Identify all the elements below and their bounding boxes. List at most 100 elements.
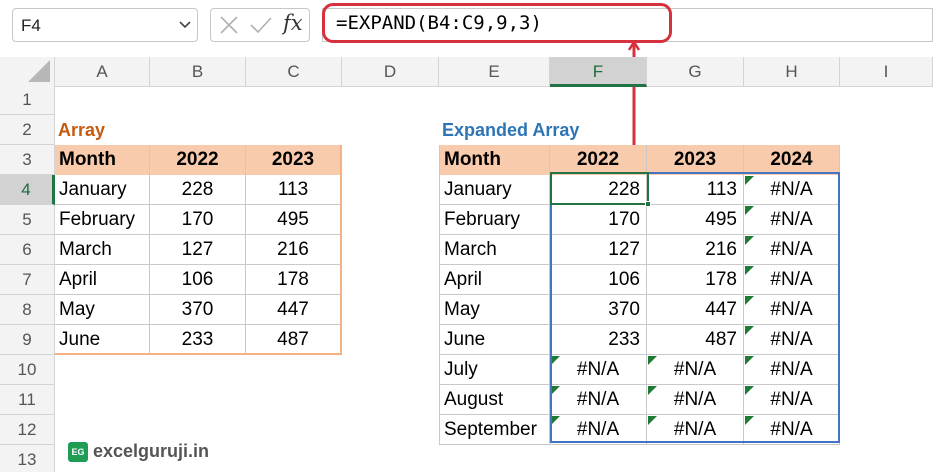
error-cell[interactable]: #N/A — [744, 295, 840, 325]
watermark-text: excelguruji.in — [93, 441, 210, 461]
expanded-header-cell: 2024 — [744, 145, 840, 175]
array-cell[interactable]: 106 — [150, 265, 246, 295]
row-header-9[interactable]: 9 — [0, 325, 55, 355]
expanded-cell[interactable]: 447 — [647, 295, 744, 325]
expanded-cell[interactable]: April — [439, 265, 550, 295]
array-cell[interactable]: February — [55, 205, 150, 235]
error-indicator-icon — [745, 296, 754, 305]
row-header-11[interactable]: 11 — [0, 385, 55, 415]
array-cell[interactable]: 178 — [246, 265, 342, 295]
expanded-cell[interactable]: May — [439, 295, 550, 325]
expanded-cell[interactable]: June — [439, 325, 550, 355]
column-header-e[interactable]: E — [439, 57, 550, 87]
array-header-cell: 2023 — [246, 145, 342, 175]
expanded-header-cell: Month — [439, 145, 550, 175]
array-cell[interactable]: 113 — [246, 175, 342, 205]
array-cell[interactable]: March — [55, 235, 150, 265]
expanded-cell[interactable]: 487 — [647, 325, 744, 355]
row-header-8[interactable]: 8 — [0, 295, 55, 325]
column-header-d[interactable]: D — [342, 57, 439, 87]
array-cell[interactable]: 216 — [246, 235, 342, 265]
chevron-down-icon[interactable] — [179, 20, 191, 30]
expanded-cell[interactable]: September — [439, 415, 550, 445]
fill-handle[interactable] — [645, 201, 651, 207]
error-cell[interactable]: #N/A — [744, 355, 840, 385]
error-cell[interactable]: #N/A — [744, 265, 840, 295]
expanded-cell[interactable]: January — [439, 175, 550, 205]
array-header-cell: Month — [55, 145, 150, 175]
error-cell[interactable]: #N/A — [744, 415, 840, 445]
expanded-cell[interactable]: March — [439, 235, 550, 265]
row-header-12[interactable]: 12 — [0, 415, 55, 445]
column-header-a[interactable]: A — [55, 57, 150, 87]
error-indicator-icon — [745, 206, 754, 215]
logo-badge: EG — [68, 442, 88, 462]
expanded-cell[interactable]: 233 — [550, 325, 647, 355]
column-header-f[interactable]: F — [550, 57, 647, 87]
error-cell[interactable]: #N/A — [744, 235, 840, 265]
expanded-cell[interactable]: 178 — [647, 265, 744, 295]
array-cell[interactable]: May — [55, 295, 150, 325]
error-cell[interactable]: #N/A — [647, 415, 744, 445]
expanded-array-title: Expanded Array — [442, 120, 580, 140]
row-header-13[interactable]: 13 — [0, 445, 55, 472]
row-header-1[interactable]: 1 — [0, 85, 55, 115]
error-cell[interactable]: #N/A — [744, 175, 840, 205]
expanded-cell[interactable]: 127 — [550, 235, 647, 265]
expanded-cell[interactable]: 216 — [647, 235, 744, 265]
array-cell[interactable]: 127 — [150, 235, 246, 265]
error-cell[interactable]: #N/A — [744, 205, 840, 235]
column-header-b[interactable]: B — [150, 57, 246, 87]
expanded-cell[interactable]: 170 — [550, 205, 647, 235]
error-cell[interactable]: #N/A — [647, 385, 744, 415]
array-cell[interactable]: 495 — [246, 205, 342, 235]
expanded-cell[interactable]: August — [439, 385, 550, 415]
row-header-7[interactable]: 7 — [0, 265, 55, 295]
error-cell[interactable]: #N/A — [744, 385, 840, 415]
expanded-cell[interactable]: 495 — [647, 205, 744, 235]
array-cell[interactable]: 370 — [150, 295, 246, 325]
expanded-cell[interactable]: February — [439, 205, 550, 235]
row-header-5[interactable]: 5 — [0, 205, 55, 235]
error-cell[interactable]: #N/A — [744, 325, 840, 355]
array-cell[interactable]: April — [55, 265, 150, 295]
array-cell[interactable]: 228 — [150, 175, 246, 205]
column-header-g[interactable]: G — [647, 57, 744, 87]
select-all-icon[interactable] — [0, 57, 55, 87]
formula-highlight-annotation — [322, 3, 672, 43]
error-indicator-icon — [648, 356, 657, 365]
array-cell[interactable]: June — [55, 325, 150, 355]
column-header-i[interactable]: I — [840, 57, 933, 87]
expanded-cell[interactable]: 370 — [550, 295, 647, 325]
error-indicator-icon — [745, 266, 754, 275]
error-indicator-icon — [745, 326, 754, 335]
row-header-10[interactable]: 10 — [0, 355, 55, 385]
name-box[interactable]: F4 — [12, 8, 198, 42]
expanded-header-cell: 2022 — [550, 145, 647, 175]
array-cell[interactable]: 447 — [246, 295, 342, 325]
error-cell[interactable]: #N/A — [550, 385, 647, 415]
array-cell[interactable]: 170 — [150, 205, 246, 235]
array-cell[interactable]: 487 — [246, 325, 342, 355]
expanded-cell[interactable]: 113 — [647, 175, 744, 205]
enter-icon[interactable] — [249, 15, 273, 35]
row-header-3[interactable]: 3 — [0, 145, 55, 175]
expanded-header-cell: 2023 — [647, 145, 744, 175]
error-cell[interactable]: #N/A — [550, 415, 647, 445]
column-header-h[interactable]: H — [744, 57, 840, 87]
error-cell[interactable]: #N/A — [647, 355, 744, 385]
fx-icon[interactable]: fx — [283, 11, 303, 35]
expanded-cell[interactable]: 106 — [550, 265, 647, 295]
row-header-2[interactable]: 2 — [0, 115, 55, 145]
formula-bar-buttons: fx — [210, 8, 310, 42]
error-cell[interactable]: #N/A — [550, 355, 647, 385]
expanded-cell[interactable]: 228 — [550, 175, 647, 205]
expanded-cell[interactable]: July — [439, 355, 550, 385]
cancel-icon[interactable] — [219, 15, 239, 35]
array-cell[interactable]: January — [55, 175, 150, 205]
array-cell[interactable]: 233 — [150, 325, 246, 355]
error-indicator-icon — [648, 416, 657, 425]
column-header-c[interactable]: C — [246, 57, 342, 87]
row-header-6[interactable]: 6 — [0, 235, 55, 265]
row-header-4[interactable]: 4 — [0, 175, 55, 205]
